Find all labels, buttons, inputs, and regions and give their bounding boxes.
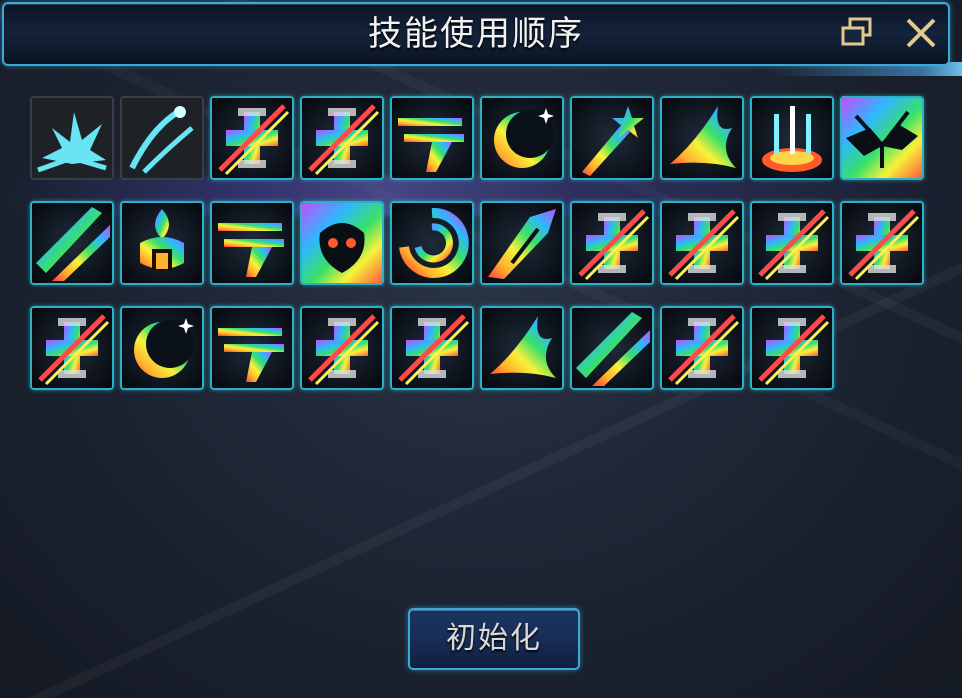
- restore-window-icon: [841, 17, 872, 46]
- skill-crescent-moon-icon: [482, 98, 562, 178]
- skill-fire-burst-icon: [482, 308, 562, 388]
- skill-slot-2-6[interactable]: [480, 201, 564, 285]
- window-title: 技能使用顺序: [368, 14, 584, 54]
- skill-slot-2-7[interactable]: [570, 201, 654, 285]
- skill-slot-3-6[interactable]: [480, 306, 564, 390]
- skill-slot-2-4[interactable]: [300, 201, 384, 285]
- reset-order-button[interactable]: 初始化: [408, 608, 580, 670]
- skill-locked-icon: [212, 98, 292, 178]
- skill-slot-1-4[interactable]: [300, 96, 384, 180]
- skill-slot-1-2[interactable]: [120, 96, 204, 180]
- skill-slot-2-3[interactable]: [210, 201, 294, 285]
- skill-slot-3-7[interactable]: [570, 306, 654, 390]
- skill-basic-slash-icon: [122, 98, 202, 178]
- skill-flame-totem-icon: [122, 203, 202, 283]
- skill-slot-3-1[interactable]: [30, 306, 114, 390]
- skill-slot-1-10[interactable]: [840, 96, 924, 180]
- skill-diagonal-slash-icon: [572, 308, 652, 388]
- skill-order-window: 技能使用顺序 初始化: [0, 0, 962, 698]
- skill-slot-1-5[interactable]: [390, 96, 474, 180]
- skill-slot-1-7[interactable]: [570, 96, 654, 180]
- skill-slot-1-8[interactable]: [660, 96, 744, 180]
- skill-dash-slash-icon: [212, 308, 292, 388]
- skill-dash-slash-icon: [392, 98, 472, 178]
- skill-slot-2-5[interactable]: [390, 201, 474, 285]
- skill-slot-3-4[interactable]: [300, 306, 384, 390]
- skill-slot-1-1[interactable]: [30, 96, 114, 180]
- skill-locked-icon: [752, 203, 832, 283]
- skill-locked-icon: [662, 308, 742, 388]
- skill-slot-2-2[interactable]: [120, 201, 204, 285]
- skill-slot-3-5[interactable]: [390, 306, 474, 390]
- title-bar[interactable]: 技能使用顺序: [2, 2, 950, 66]
- skill-slot-3-3[interactable]: [210, 306, 294, 390]
- close-button[interactable]: [902, 14, 940, 52]
- skill-slot-1-6[interactable]: [480, 96, 564, 180]
- restore-window-button[interactable]: [838, 14, 876, 52]
- skill-star-strike-icon: [572, 98, 652, 178]
- skill-slot-3-2[interactable]: [120, 306, 204, 390]
- skill-locked-icon: [392, 308, 472, 388]
- skill-slot-1-9[interactable]: [750, 96, 834, 180]
- skill-rising-strike-icon: [482, 203, 562, 283]
- skill-slot-2-9[interactable]: [750, 201, 834, 285]
- skill-locked-icon: [32, 308, 112, 388]
- skill-locked-icon: [572, 203, 652, 283]
- skill-locked-icon: [752, 308, 832, 388]
- skill-demon-mask-icon: [302, 203, 382, 283]
- skill-slot-1-3[interactable]: [210, 96, 294, 180]
- skill-slot-3-8[interactable]: [660, 306, 744, 390]
- close-icon: [906, 18, 936, 48]
- skill-dash-slash-icon: [212, 203, 292, 283]
- skill-vortex-icon: [392, 203, 472, 283]
- skill-ground-shatter-icon: [842, 98, 922, 178]
- skill-fire-burst-icon: [662, 98, 742, 178]
- skill-slot-2-10[interactable]: [840, 201, 924, 285]
- skill-locked-icon: [662, 203, 742, 283]
- skill-sword-rain-icon: [752, 98, 832, 178]
- skill-locked-icon: [842, 203, 922, 283]
- skill-slot-3-9[interactable]: [750, 306, 834, 390]
- skill-locked-icon: [302, 308, 382, 388]
- skill-crescent-moon-icon: [122, 308, 202, 388]
- skill-slot-2-8[interactable]: [660, 201, 744, 285]
- skill-slot-2-1[interactable]: [30, 201, 114, 285]
- skill-diagonal-slash-icon: [32, 203, 112, 283]
- skill-basic-burst-icon: [32, 98, 112, 178]
- skill-locked-icon: [302, 98, 382, 178]
